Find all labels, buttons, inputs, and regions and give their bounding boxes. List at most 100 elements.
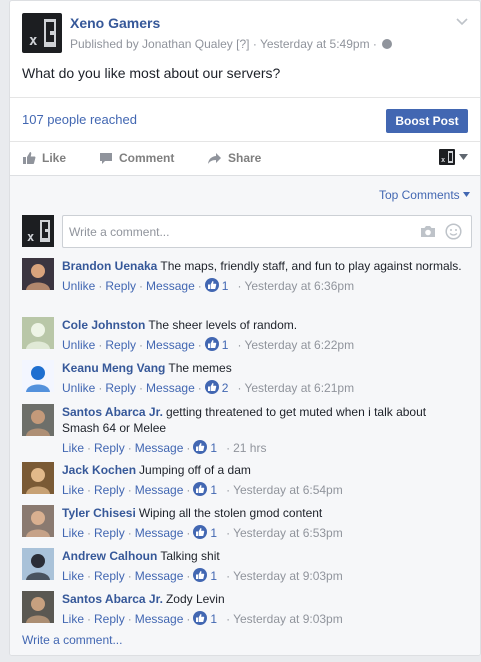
like-link[interactable]: Like	[62, 483, 84, 497]
unlike-link[interactable]: Unlike	[62, 381, 95, 395]
comment-input[interactable]	[62, 215, 472, 248]
comment-time[interactable]: Yesterday at 6:54pm	[233, 483, 343, 497]
comment-time[interactable]: 21 hrs	[233, 441, 266, 455]
like-reaction-icon[interactable]	[193, 525, 208, 539]
write-comment-link[interactable]: Write a comment...	[22, 633, 122, 647]
message-link[interactable]: Message	[135, 612, 184, 626]
comments-section: Top Comments x Brandon UenakaThe maps, f…	[10, 176, 480, 655]
top-comments-sort[interactable]: Top Comments	[379, 188, 470, 202]
commenter-avatar[interactable]	[22, 317, 54, 349]
reply-link[interactable]: Reply	[94, 612, 125, 626]
meta-dot: ·	[87, 526, 92, 540]
post-meta: Published by Jonathan Qualey [?] · Yeste…	[70, 37, 393, 51]
page-logo[interactable]: x	[22, 13, 62, 53]
share-arrow-icon	[208, 152, 221, 164]
reply-link[interactable]: Reply	[105, 279, 136, 293]
comment-time[interactable]: Yesterday at 9:03pm	[233, 612, 343, 626]
like-link[interactable]: Like	[62, 441, 84, 455]
commenter-avatar[interactable]	[22, 548, 54, 580]
commenter-name[interactable]: Cole Johnston	[62, 318, 145, 332]
meta-dot: ·	[87, 441, 92, 455]
commenter-name[interactable]: Keanu Meng Vang	[62, 361, 165, 375]
comment-time[interactable]: Yesterday at 9:03pm	[233, 569, 343, 583]
commenter-name[interactable]: Tyler Chisesi	[62, 506, 136, 520]
comment-text: Wiping all the stolen gmod content	[138, 506, 323, 520]
meta-dot: ·	[127, 612, 132, 626]
comment-meta: Like · Reply · Message · 1 · Yesterday at 9:03pm	[62, 611, 462, 627]
reply-link[interactable]: Reply	[94, 483, 125, 497]
camera-icon[interactable]	[420, 225, 436, 238]
comment-body: Santos Abarca Jr. getting threatened to g…	[62, 404, 462, 456]
like-count[interactable]: 1	[210, 569, 217, 583]
comment-meta: Like · Reply · Message · 1 · Yesterday at 6:53pm	[62, 525, 462, 541]
comment-time[interactable]: Yesterday at 6:53pm	[233, 526, 343, 540]
reply-link[interactable]: Reply	[94, 526, 125, 540]
commenter-name[interactable]: Santos Abarca Jr.	[62, 405, 163, 419]
boost-post-button[interactable]: Boost Post	[386, 109, 468, 133]
meta-dot: ·	[186, 483, 191, 497]
message-link[interactable]: Message	[146, 338, 195, 352]
emoji-icon[interactable]	[445, 223, 462, 240]
page-name[interactable]: Xeno Gamers	[70, 15, 160, 31]
commenter-avatar[interactable]	[22, 591, 54, 623]
commenter-avatar[interactable]	[22, 258, 54, 290]
message-link[interactable]: Message	[146, 279, 195, 293]
commenter-avatar[interactable]	[22, 360, 54, 392]
people-reached[interactable]: 107 people reached	[22, 112, 137, 127]
reply-link[interactable]: Reply	[105, 338, 136, 352]
meta-dot: ·	[226, 612, 231, 626]
like-count[interactable]: 1	[222, 279, 229, 293]
comment-time[interactable]: Yesterday at 6:22pm	[244, 338, 354, 352]
reply-link[interactable]: Reply	[94, 569, 125, 583]
published-by[interactable]: Published by Jonathan Qualey	[70, 37, 233, 51]
commenter-avatar[interactable]	[22, 505, 54, 537]
chevron-down-icon[interactable]	[456, 15, 468, 27]
unlike-link[interactable]: Unlike	[62, 279, 95, 293]
like-link[interactable]: Like	[62, 569, 84, 583]
like-reaction-icon[interactable]	[204, 337, 219, 351]
like-count[interactable]: 1	[210, 483, 217, 497]
comment-button[interactable]: Comment	[99, 151, 174, 165]
like-reaction-icon[interactable]	[193, 568, 208, 582]
commenter-name[interactable]: Andrew Calhoun	[62, 549, 157, 563]
comment-time[interactable]: Yesterday at 6:21pm	[244, 381, 354, 395]
meta-dot: ·	[197, 381, 202, 395]
like-reaction-icon[interactable]	[193, 611, 208, 625]
comment-body: Jack Kochen Jumping off of a dam Like · Rep…	[62, 462, 462, 498]
like-reaction-icon[interactable]	[193, 440, 208, 454]
comment-meta: Unlike · Reply · Message · 1 · Yesterday at 6:36…	[62, 278, 462, 294]
meta-dot: ·	[98, 279, 103, 293]
comment-text: The sheer levels of random.	[148, 318, 298, 332]
comment-time[interactable]: Yesterday at 6:36pm	[244, 279, 354, 293]
message-link[interactable]: Message	[135, 441, 184, 455]
commenter-name[interactable]: Santos Abarca Jr.	[62, 592, 163, 606]
like-count[interactable]: 2	[222, 381, 229, 395]
like-count[interactable]: 1	[210, 441, 217, 455]
like-reaction-icon[interactable]	[204, 278, 219, 292]
act-as-page-selector[interactable]: x	[439, 149, 468, 165]
like-count[interactable]: 1	[210, 612, 217, 626]
like-reaction-icon[interactable]	[204, 380, 219, 394]
commenter-name[interactable]: Jack Kochen	[62, 463, 136, 477]
meta-dot: ·	[87, 569, 92, 583]
message-link[interactable]: Message	[146, 381, 195, 395]
commenter-avatar[interactable]	[22, 404, 54, 436]
message-link[interactable]: Message	[135, 569, 184, 583]
like-count[interactable]: 1	[210, 526, 217, 540]
like-count[interactable]: 1	[222, 338, 229, 352]
message-link[interactable]: Message	[135, 483, 184, 497]
commenter-avatar[interactable]	[22, 462, 54, 494]
like-link[interactable]: Like	[62, 612, 84, 626]
top-comments-label: Top Comments	[378, 188, 460, 202]
share-button[interactable]: Share	[207, 151, 261, 165]
reply-link[interactable]: Reply	[94, 441, 125, 455]
reply-link[interactable]: Reply	[105, 381, 136, 395]
post-time[interactable]: Yesterday at 5:49pm	[260, 37, 370, 51]
like-link[interactable]: Like	[62, 526, 84, 540]
help-mark[interactable]: [?]	[236, 37, 249, 51]
like-button[interactable]: Like	[22, 151, 66, 165]
message-link[interactable]: Message	[135, 526, 184, 540]
unlike-link[interactable]: Unlike	[62, 338, 95, 352]
like-reaction-icon[interactable]	[193, 482, 208, 496]
commenter-name[interactable]: Brandon Uenaka	[62, 259, 157, 273]
